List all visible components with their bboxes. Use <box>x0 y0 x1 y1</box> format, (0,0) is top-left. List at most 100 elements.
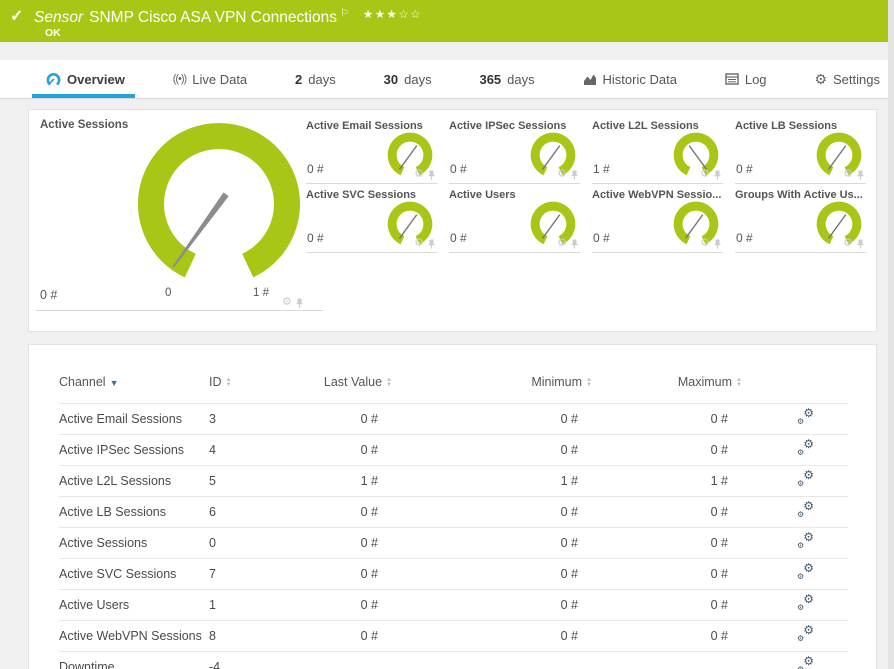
star-filled-icon[interactable]: ★ <box>375 9 387 21</box>
star-empty-icon[interactable]: ☆ <box>410 9 422 21</box>
pin-icon[interactable] <box>714 170 721 180</box>
channel-settings-icon[interactable]: ⚙⚙ <box>797 530 814 550</box>
channel-settings-icon[interactable]: ⚙⚙ <box>797 499 814 519</box>
channel-last-value: 0 # <box>297 527 392 559</box>
channel-settings-icon[interactable]: ⚙⚙ <box>797 592 814 612</box>
channel-name[interactable]: Active Email Sessions <box>59 403 209 435</box>
channel-last-value: 0 # <box>297 558 392 590</box>
channel-row-active-lb-sessions: Active LB Sessions 6 0 #0 #0 # ⚙ ⚙ <box>59 496 848 528</box>
channel-settings-icon[interactable]: ⚙⚙ <box>797 623 814 643</box>
channels-table: Channel ▼ ID ▲ ▼ Last Value ▲ ▼ Minimum ▲ ▼ Maximum… <box>59 375 848 669</box>
pin-icon[interactable] <box>714 239 721 249</box>
channel-row-active-users: Active Users 1 0 #0 #0 # ⚙ ⚙ <box>59 589 848 621</box>
pin-icon[interactable] <box>571 170 578 180</box>
sort-icon: ▲ ▼ <box>736 376 742 388</box>
channel-minimum: 0 # <box>392 558 592 590</box>
channel-name[interactable]: Downtime <box>59 651 209 669</box>
channel-last-value: 1 # <box>297 465 392 497</box>
gauge-active-webvpn-sessio[interactable]: Active WebVPN Sessio... 0 # ⚙ <box>592 189 723 253</box>
channel-name[interactable]: Active LB Sessions <box>59 496 209 528</box>
gauge-active-svc-sessions[interactable]: Active SVC Sessions 0 # ⚙ <box>306 189 437 253</box>
tab-live-data[interactable]: ((•)) Live Data <box>173 60 247 98</box>
channel-id: 6 <box>209 496 297 528</box>
gear-icon[interactable]: ⚙ <box>843 238 853 249</box>
tab-365-days[interactable]: 365 days <box>479 60 534 98</box>
gauge-active-ipsec-sessions[interactable]: Active IPSec Sessions 0 # ⚙ <box>449 120 580 184</box>
column-header-minimum[interactable]: Minimum ▲ ▼ <box>392 375 592 404</box>
tab-30-days[interactable]: 30 days <box>384 60 432 98</box>
gauge-value: 0 # <box>593 231 610 245</box>
gear-icon[interactable]: ⚙ <box>700 238 710 249</box>
flag-icon[interactable]: ⚐ <box>340 8 349 19</box>
channel-settings-icon[interactable]: ⚙⚙ <box>797 561 814 581</box>
gauge-groups-with-active-us[interactable]: Groups With Active Us... 0 # ⚙ <box>735 189 866 253</box>
table-header-row: Channel ▼ ID ▲ ▼ Last Value ▲ ▼ Minimum ▲ ▼ Maximum… <box>59 375 848 404</box>
channel-last-value: 0 # <box>297 403 392 435</box>
gear-icon[interactable]: ⚙ <box>843 169 853 180</box>
gear-icon[interactable]: ⚙ <box>414 238 424 249</box>
gauge-active-users[interactable]: Active Users 0 # ⚙ <box>449 189 580 253</box>
channel-settings-icon[interactable]: ⚙⚙ <box>797 406 814 426</box>
gauge-active-lb-sessions[interactable]: Active LB Sessions 0 # ⚙ <box>735 120 866 184</box>
gear-icon[interactable]: ⚙ <box>414 169 424 180</box>
tab-bar: Overview ((•)) Live Data 2 days 30 days 365 days… <box>0 60 894 99</box>
channel-actions: ⚙⚙ <box>742 589 848 621</box>
gear-icon[interactable]: ⚙ <box>557 169 567 180</box>
channel-name[interactable]: Active Users <box>59 589 209 621</box>
chart-icon <box>583 73 597 86</box>
tab-settings[interactable]: ⚙ Settings <box>814 60 880 98</box>
gauge-corner-icons: ⚙ <box>843 169 864 180</box>
gear-icon[interactable]: ⚙ <box>700 169 710 180</box>
gear-icon[interactable]: ⚙ <box>282 297 292 308</box>
gauge-active-l2l-sessions[interactable]: Active L2L Sessions 1 # ⚙ <box>592 120 723 184</box>
channel-settings-icon[interactable]: ⚙⚙ <box>797 468 814 488</box>
main-gauge-scale-min: 0 <box>165 287 172 299</box>
channel-name[interactable]: Active WebVPN Sessions <box>59 620 209 652</box>
tab-number: 2 <box>295 71 303 87</box>
gauge-active-email-sessions[interactable]: Active Email Sessions 0 # ⚙ <box>306 120 437 184</box>
column-header-channel[interactable]: Channel ▼ <box>59 375 209 404</box>
channel-id: 7 <box>209 558 297 590</box>
gauge-value: 0 # <box>307 231 324 245</box>
star-filled-icon[interactable]: ★ <box>363 9 375 21</box>
pin-icon[interactable] <box>571 239 578 249</box>
channel-name[interactable]: Active L2L Sessions <box>59 465 209 497</box>
column-header-id[interactable]: ID ▲ ▼ <box>209 375 297 404</box>
tab-label: days <box>404 71 432 87</box>
scrollbar[interactable] <box>888 0 894 669</box>
tab-overview[interactable]: Overview <box>32 60 135 98</box>
gear-icon[interactable]: ⚙ <box>557 238 567 249</box>
pin-icon[interactable] <box>428 170 435 180</box>
column-label: Minimum <box>531 375 583 389</box>
channel-actions: ⚙⚙ <box>742 620 848 652</box>
channel-row-active-ipsec-sessions: Active IPSec Sessions 4 0 #0 #0 # ⚙ ⚙ <box>59 434 848 466</box>
pin-icon[interactable] <box>296 298 303 308</box>
pin-icon[interactable] <box>857 239 864 249</box>
sort-desc-icon: ▼ <box>109 378 119 388</box>
channel-settings-icon[interactable]: ⚙⚙ <box>797 437 814 457</box>
channel-settings-icon[interactable]: ⚙⚙ <box>797 654 814 669</box>
tab-label: Historic Data <box>602 71 677 87</box>
channel-name[interactable]: Active SVC Sessions <box>59 558 209 590</box>
column-header-maximum[interactable]: Maximum ▲ ▼ <box>592 375 742 404</box>
tab-2-days[interactable]: 2 days <box>295 60 336 98</box>
gauge-corner-icons: ⚙ <box>843 238 864 249</box>
column-label: Maximum <box>677 375 733 389</box>
tab-label: Live Data <box>192 71 248 87</box>
channel-maximum: 0 # <box>592 620 742 652</box>
channel-last-value: 0 # <box>297 589 392 621</box>
star-empty-icon[interactable]: ☆ <box>398 9 410 21</box>
pin-icon[interactable] <box>857 170 864 180</box>
pin-icon[interactable] <box>428 239 435 249</box>
channel-id: 3 <box>209 403 297 435</box>
channel-name[interactable]: Active Sessions <box>59 527 209 559</box>
star-filled-icon[interactable]: ★ <box>387 9 399 21</box>
divider <box>36 310 323 311</box>
channel-name[interactable]: Active IPSec Sessions <box>59 434 209 466</box>
tab-label: days <box>308 71 336 87</box>
tab-historic-data[interactable]: Historic Data <box>583 60 677 98</box>
column-header-last-value[interactable]: Last Value ▲ ▼ <box>297 375 392 404</box>
rating-stars[interactable]: ★★★☆☆ <box>363 9 422 21</box>
channel-row-active-sessions: Active Sessions 0 0 #0 #0 # ⚙ ⚙ <box>59 527 848 559</box>
tab-log[interactable]: Log <box>725 60 767 98</box>
